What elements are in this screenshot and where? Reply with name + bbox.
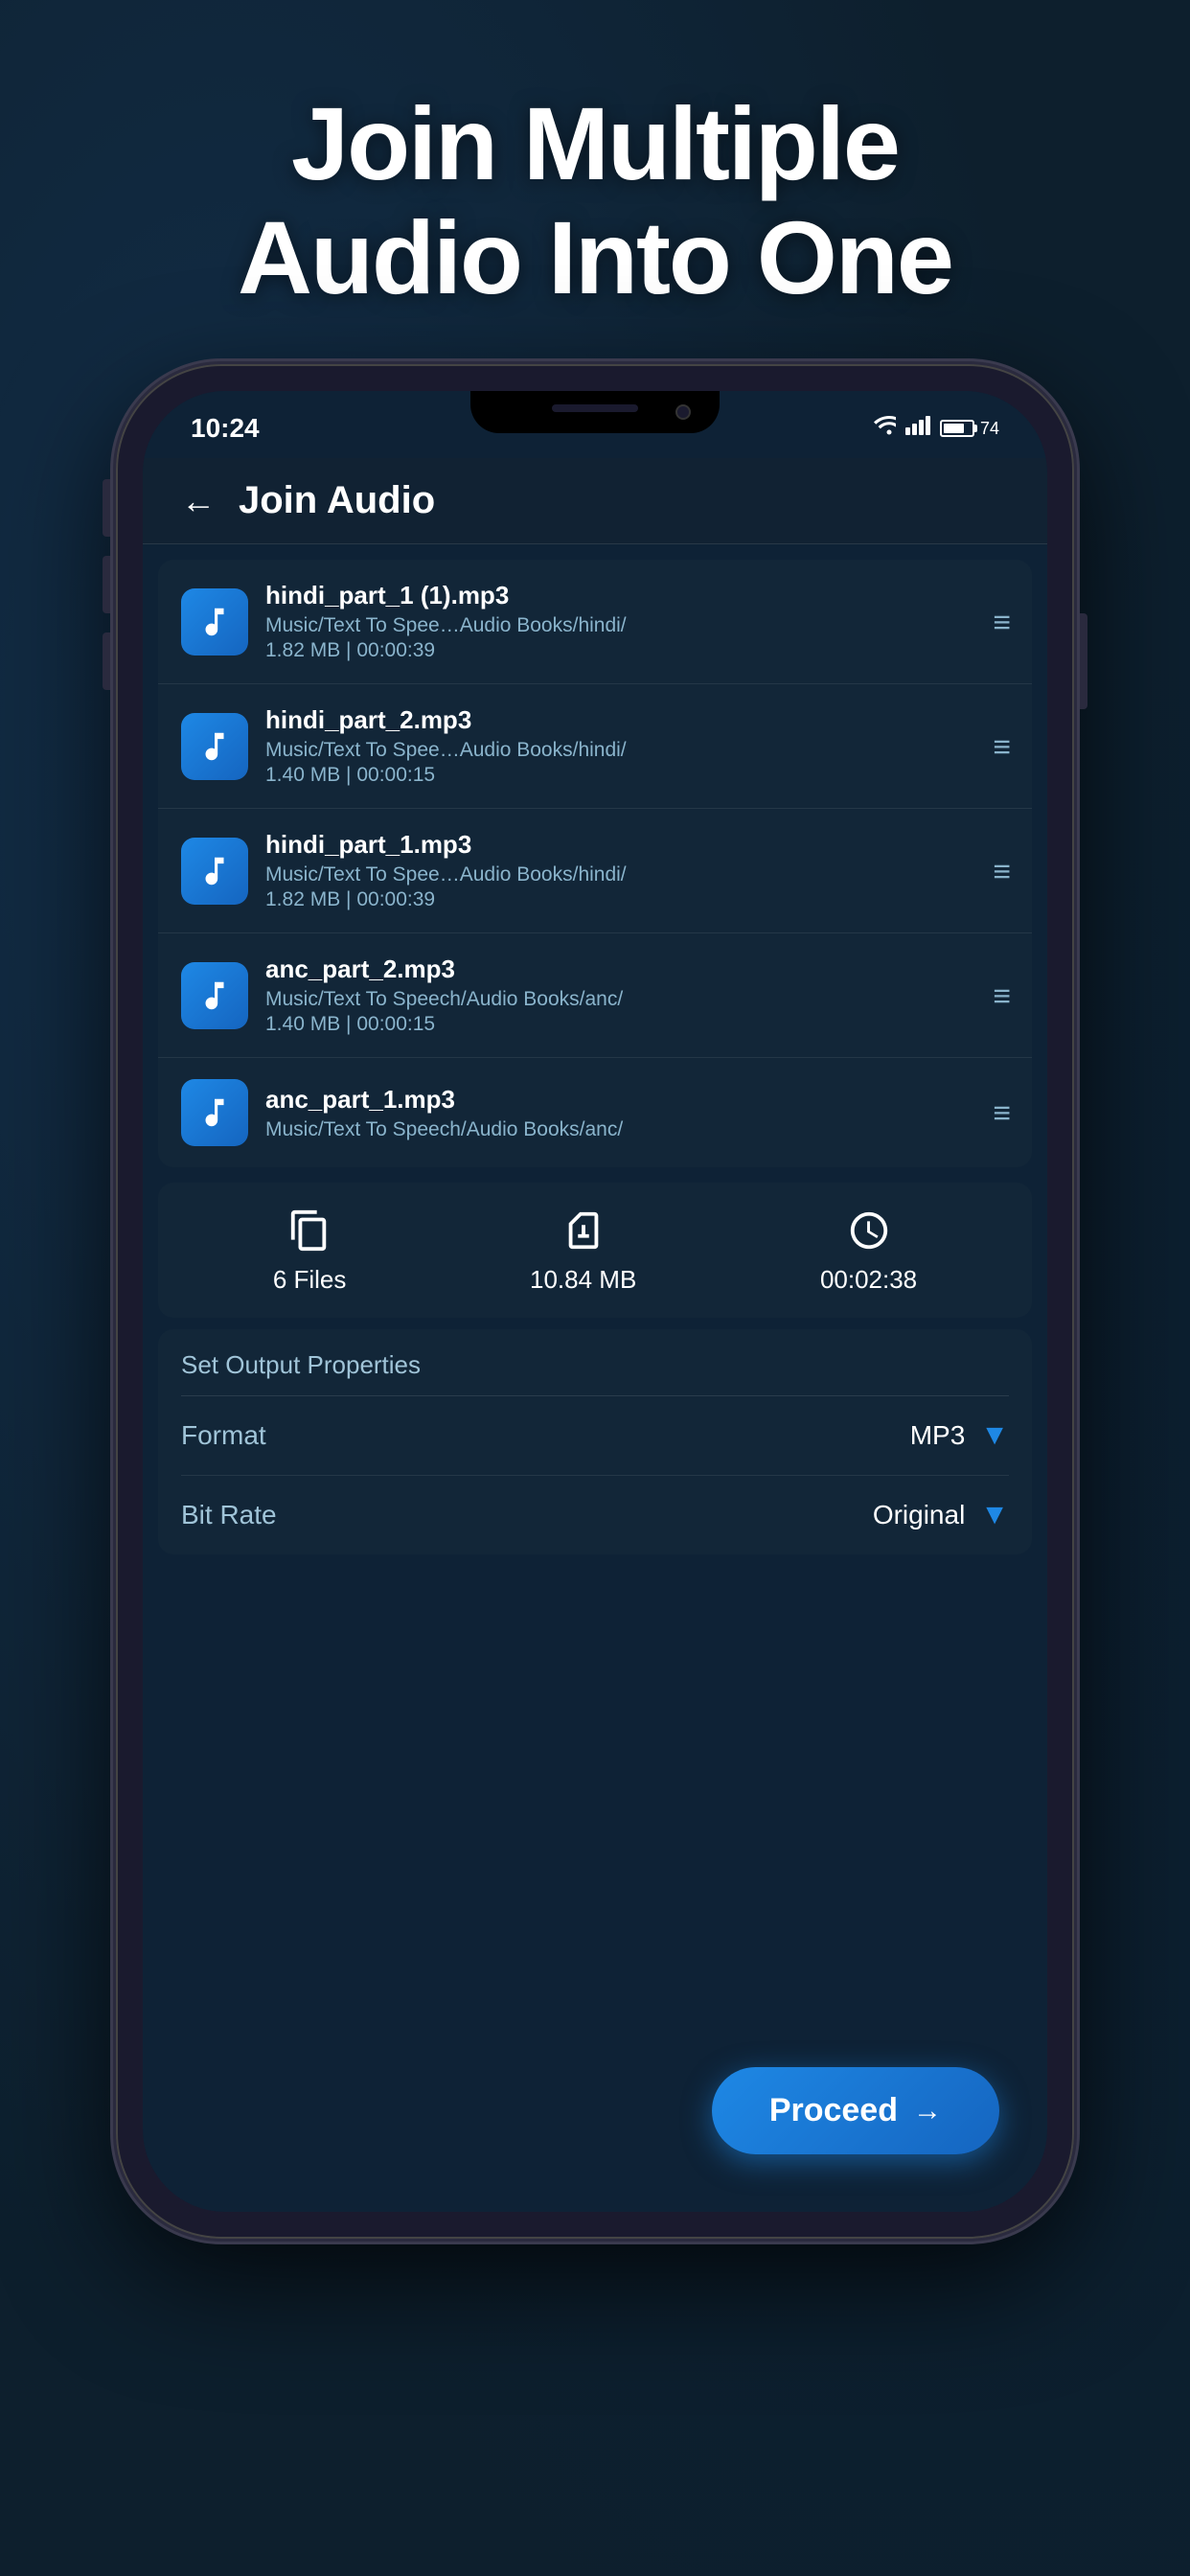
drag-handle-3[interactable]: ≡ [993, 980, 1009, 1011]
output-section: Set Output Properties Format MP3 ▼ Bit R… [158, 1329, 1032, 1554]
phone-screen: 10:24 [143, 391, 1047, 2212]
file-name-0: hindi_part_1 (1).mp3 [265, 581, 975, 610]
file-name-1: hindi_part_2.mp3 [265, 705, 975, 735]
stats-bar: 6 Files 10.84 MB [158, 1183, 1032, 1318]
file-path-1: Music/Text To Spee…Audio Books/hindi/ [265, 739, 975, 762]
files-count: 6 Files [273, 1265, 347, 1295]
bitrate-value-wrapper: Original ▼ [873, 1499, 1009, 1531]
file-name-2: hindi_part_1.mp3 [265, 830, 975, 860]
file-name-3: anc_part_2.mp3 [265, 954, 975, 984]
format-value-wrapper: MP3 ▼ [910, 1419, 1009, 1452]
status-time: 10:24 [191, 413, 260, 444]
proceed-arrow-icon: → [913, 2095, 942, 2128]
phone-container: 10:24 [116, 364, 1074, 2239]
format-dropdown-icon[interactable]: ▼ [980, 1419, 1009, 1452]
battery-fill [944, 424, 964, 433]
battery-indicator: 74 [940, 419, 999, 439]
bitrate-row[interactable]: Bit Rate Original ▼ [181, 1476, 1009, 1554]
file-item[interactable]: hindi_part_2.mp3 Music/Text To Spee…Audi… [158, 684, 1032, 809]
file-info-2: hindi_part_1.mp3 Music/Text To Spee…Audi… [265, 830, 975, 911]
notch [470, 391, 720, 433]
file-icon-0 [181, 588, 248, 656]
file-item[interactable]: anc_part_1.mp3 Music/Text To Speech/Audi… [158, 1058, 1032, 1167]
file-icon-1 [181, 713, 248, 780]
status-icons: 74 [873, 416, 999, 441]
battery-box [940, 420, 974, 437]
file-meta-1: 1.40 MB | 00:00:15 [265, 764, 975, 787]
output-header: Set Output Properties [181, 1329, 1009, 1396]
battery-text: 74 [980, 419, 999, 439]
duration-icon [844, 1206, 894, 1255]
file-info-0: hindi_part_1 (1).mp3 Music/Text To Spee…… [265, 581, 975, 662]
file-icon-3 [181, 962, 248, 1029]
phone-frame: 10:24 [116, 364, 1074, 2239]
file-info-3: anc_part_2.mp3 Music/Text To Speech/Audi… [265, 954, 975, 1036]
file-path-0: Music/Text To Spee…Audio Books/hindi/ [265, 614, 975, 637]
file-meta-0: 1.82 MB | 00:00:39 [265, 639, 975, 662]
bitrate-dropdown-icon[interactable]: ▼ [980, 1499, 1009, 1531]
file-path-3: Music/Text To Speech/Audio Books/anc/ [265, 988, 975, 1011]
format-row[interactable]: Format MP3 ▼ [181, 1396, 1009, 1476]
hero-section: Join MultipleAudio Into One [0, 0, 1190, 402]
file-info-1: hindi_part_2.mp3 Music/Text To Spee…Audi… [265, 705, 975, 787]
drag-handle-4[interactable]: ≡ [993, 1097, 1009, 1128]
back-button[interactable]: ← [181, 481, 216, 521]
notch-speaker [552, 404, 638, 412]
file-meta-3: 1.40 MB | 00:00:15 [265, 1013, 975, 1036]
total-duration: 00:02:38 [820, 1265, 917, 1295]
wifi-icon [873, 416, 896, 441]
stat-size: 10.84 MB [530, 1206, 636, 1295]
file-item[interactable]: hindi_part_1 (1).mp3 Music/Text To Spee…… [158, 560, 1032, 684]
file-info-4: anc_part_1.mp3 Music/Text To Speech/Audi… [265, 1085, 975, 1141]
stat-files: 6 Files [273, 1206, 347, 1295]
file-item[interactable]: anc_part_2.mp3 Music/Text To Speech/Audi… [158, 933, 1032, 1058]
file-icon-2 [181, 838, 248, 905]
drag-handle-2[interactable]: ≡ [993, 856, 1009, 886]
format-value: MP3 [910, 1420, 966, 1451]
drag-handle-1[interactable]: ≡ [993, 731, 1009, 762]
file-name-4: anc_part_1.mp3 [265, 1085, 975, 1115]
total-size: 10.84 MB [530, 1265, 636, 1295]
app-title: Join Audio [239, 479, 435, 522]
proceed-button[interactable]: Proceed → [712, 2067, 999, 2154]
size-icon [559, 1206, 608, 1255]
proceed-label: Proceed [769, 2092, 898, 2129]
notch-camera [675, 404, 691, 420]
signal-icon [905, 416, 930, 441]
hero-title: Join MultipleAudio Into One [238, 87, 952, 315]
bitrate-value: Original [873, 1500, 965, 1530]
file-item[interactable]: hindi_part_1.mp3 Music/Text To Spee…Audi… [158, 809, 1032, 933]
format-label: Format [181, 1420, 266, 1451]
app-header: ← Join Audio [143, 458, 1047, 544]
stat-duration: 00:02:38 [820, 1206, 917, 1295]
file-meta-2: 1.82 MB | 00:00:39 [265, 888, 975, 911]
bitrate-label: Bit Rate [181, 1500, 277, 1530]
file-path-4: Music/Text To Speech/Audio Books/anc/ [265, 1118, 975, 1141]
file-path-2: Music/Text To Spee…Audio Books/hindi/ [265, 863, 975, 886]
file-list: hindi_part_1 (1).mp3 Music/Text To Spee…… [158, 560, 1032, 1167]
files-icon [285, 1206, 334, 1255]
drag-handle-0[interactable]: ≡ [993, 607, 1009, 637]
file-icon-4 [181, 1079, 248, 1146]
